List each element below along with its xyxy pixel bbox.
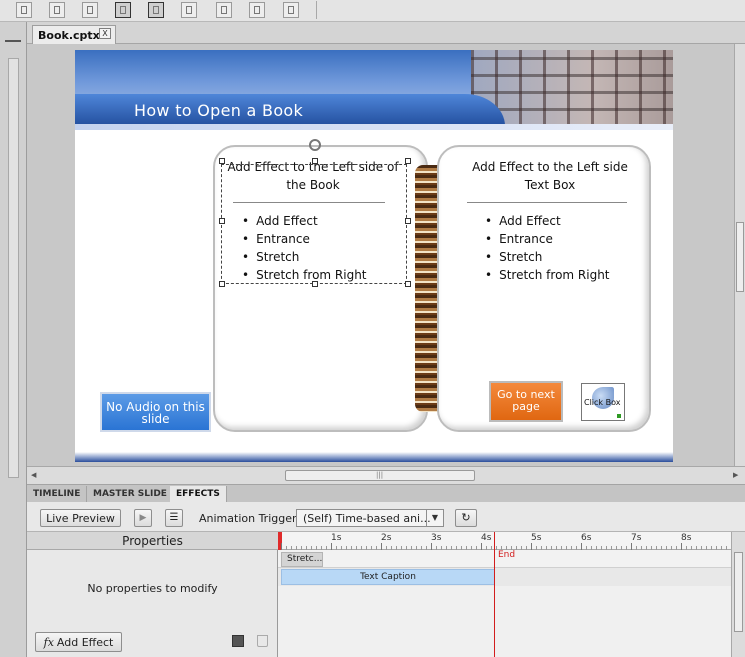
resize-handle[interactable] (219, 281, 225, 287)
add-effect-label: Add Effect (56, 636, 114, 649)
ruler-label: 8s (681, 533, 692, 543)
no-properties-message: No properties to modify (87, 582, 218, 595)
ruler-tick (331, 543, 332, 550)
end-marker-line[interactable] (494, 532, 495, 657)
text-caption-block[interactable]: Text Caption (281, 569, 495, 585)
selection-box[interactable] (221, 164, 407, 284)
tab-master-slide[interactable]: MASTER SLIDE (87, 486, 174, 503)
stretch-effect-block[interactable]: Stretc... (281, 552, 323, 567)
status-dot (617, 414, 621, 418)
distribute-horizontal-icon[interactable] (216, 2, 232, 18)
resize-handle[interactable] (219, 158, 225, 164)
delete-icon[interactable] (257, 635, 268, 647)
click-box[interactable]: Click Box (581, 383, 625, 421)
ruler-tick (481, 543, 482, 550)
fx-icon: fx (43, 636, 54, 649)
chevron-down-icon[interactable]: ▼ (426, 510, 443, 526)
ruler-label: 6s (581, 533, 592, 543)
timeline-vertical-scrollbar[interactable] (731, 532, 745, 657)
distribute-vertical-icon[interactable] (249, 2, 265, 18)
right-page-list[interactable]: Add Effect Entrance Stretch Stretch from… (485, 212, 610, 284)
align-right-icon[interactable] (82, 2, 98, 18)
same-size-icon[interactable] (283, 2, 299, 18)
document-tab-label: Book.cptx* (38, 29, 106, 42)
resize-handle[interactable] (405, 281, 411, 287)
list-item: Stretch (485, 248, 610, 266)
right-page-divider (467, 202, 627, 203)
left-dock-scrollbar[interactable] (8, 58, 19, 478)
ruler-label: 5s (531, 533, 542, 543)
panel-tab-bar: TIMELINE MASTER SLIDE EFFECTS ≡ (27, 484, 745, 503)
align-left-icon[interactable] (16, 2, 32, 18)
click-box-label: Click Box (584, 398, 621, 407)
scroll-left-icon[interactable]: ◀ (31, 471, 36, 479)
align-middle-icon[interactable] (148, 2, 164, 18)
ruler-tick (531, 543, 532, 550)
timeline-ruler[interactable]: 1s 2s 3s 4s 5s 6s 7s 8s (278, 532, 731, 550)
ruler-tick (681, 543, 682, 550)
align-bottom-icon[interactable] (181, 2, 197, 18)
left-dock (0, 22, 27, 657)
next-page-button[interactable]: Go to next page (489, 381, 563, 422)
refresh-icon[interactable]: ↻ (455, 509, 477, 527)
ruler-label: 7s (631, 533, 642, 543)
ruler-tick (631, 543, 632, 550)
effects-timeline[interactable]: 1s 2s 3s 4s 5s 6s 7s 8s Stretc... Text C… (278, 532, 731, 657)
right-page-heading[interactable]: Add Effect to the Left side Text Box (460, 158, 640, 194)
resize-handle[interactable] (405, 158, 411, 164)
animation-trigger-value: (Self) Time-based ani... (303, 512, 431, 525)
slide-footer (75, 452, 673, 462)
scroll-right-icon[interactable]: ▶ (733, 471, 738, 479)
list-item: Add Effect (485, 212, 610, 230)
effects-list-icon[interactable]: ☰ (165, 509, 183, 527)
ruler-tick (431, 543, 432, 550)
effects-toolbar: Live Preview ▶ ☰ Animation Trigger: (Sel… (27, 502, 745, 532)
list-item: Entrance (485, 230, 610, 248)
align-top-icon[interactable] (115, 2, 131, 18)
align-center-icon[interactable] (49, 2, 65, 18)
stage-vertical-scrollbar[interactable] (734, 44, 745, 466)
save-icon[interactable] (232, 635, 244, 647)
top-toolbar (0, 0, 745, 22)
animation-trigger-select[interactable]: (Self) Time-based ani... ▼ (296, 509, 444, 527)
resize-handle[interactable] (219, 218, 225, 224)
properties-pane: Properties No properties to modify fx Add… (27, 532, 278, 657)
stage-horizontal-scrollbar[interactable]: ◀ ||| ▶ (27, 466, 745, 484)
properties-header: Properties (27, 532, 278, 550)
add-effect-button[interactable]: fx Add Effect (35, 632, 122, 652)
ruler-label: 3s (431, 533, 442, 543)
vertical-scroll-thumb[interactable] (736, 222, 744, 292)
ruler-label: 2s (381, 533, 392, 543)
slide-canvas[interactable]: How to Open a Book Add Effect to the Lef… (75, 50, 673, 462)
live-preview-button[interactable]: Live Preview (40, 509, 121, 527)
play-icon[interactable]: ▶ (134, 509, 152, 527)
no-audio-button[interactable]: No Audio on this slide (100, 392, 211, 432)
tab-effects[interactable]: EFFECTS (170, 486, 227, 503)
ruler-tick (381, 543, 382, 550)
ruler-label: 1s (331, 533, 342, 543)
horizontal-scroll-thumb[interactable]: ||| (285, 470, 475, 481)
resize-handle[interactable] (312, 281, 318, 287)
animation-trigger-label: Animation Trigger: (199, 512, 301, 525)
resize-handle[interactable] (312, 158, 318, 164)
ruler-tick (281, 543, 282, 550)
title-swoosh (75, 124, 673, 130)
close-tab-icon[interactable]: X (99, 28, 111, 39)
end-marker-label: End (498, 550, 516, 560)
slide-title[interactable]: How to Open a Book (134, 101, 303, 120)
tab-timeline[interactable]: TIMELINE (27, 486, 88, 503)
resize-handle[interactable] (405, 218, 411, 224)
list-item: Stretch from Right (485, 266, 609, 284)
timeline-scroll-thumb[interactable] (734, 552, 743, 632)
ruler-label: 4s (481, 533, 492, 543)
grip-icon: ||| (376, 471, 384, 479)
document-tab-row: Book.cptx* X (27, 22, 745, 44)
dock-menu-icon[interactable] (5, 40, 21, 43)
ruler-tick (581, 543, 582, 550)
rotate-handle-icon[interactable] (309, 139, 321, 151)
